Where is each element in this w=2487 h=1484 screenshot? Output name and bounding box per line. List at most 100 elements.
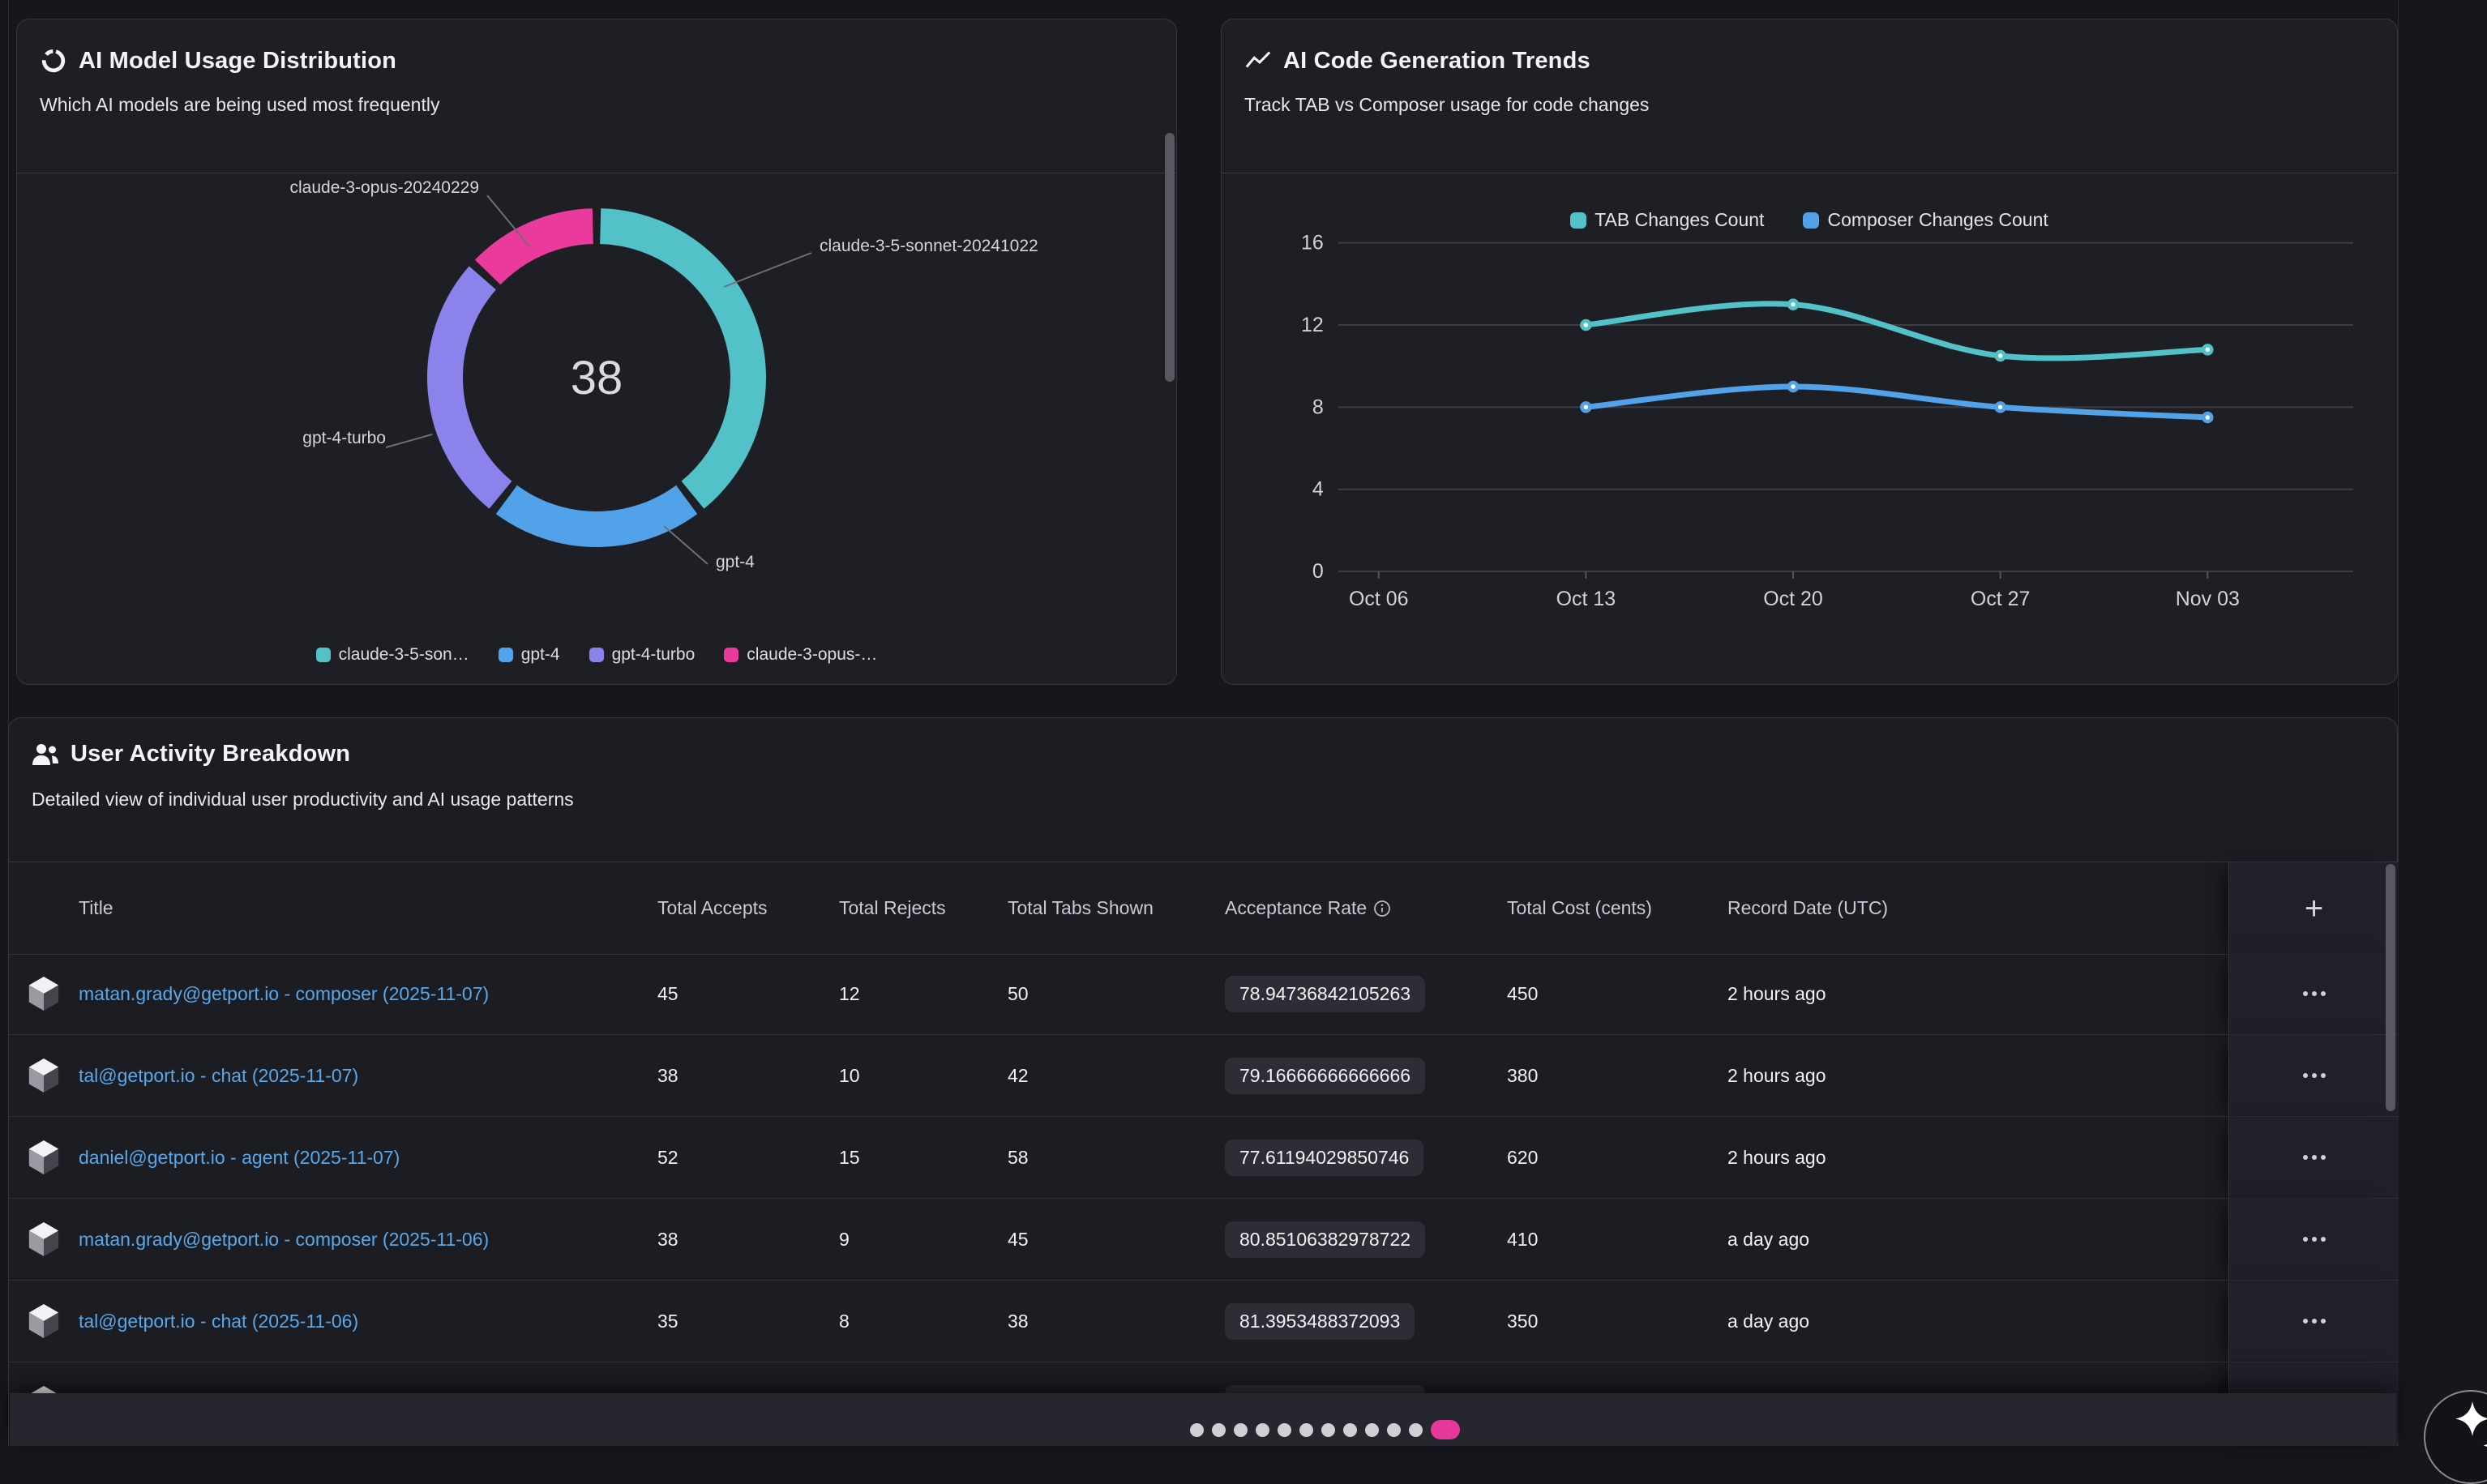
dot — [2321, 991, 2326, 996]
acceptance-rate-badge: 78.94736842105263 — [1225, 976, 1425, 1012]
row-menu-button[interactable] — [2295, 1311, 2334, 1332]
donut-segment-gpt-4-turbo[interactable] — [445, 278, 500, 495]
legend-item-gpt-4-turbo[interactable]: gpt-4-turbo — [589, 645, 696, 665]
total-cost-cell: 620 — [1507, 1147, 1727, 1169]
dot — [2312, 1155, 2317, 1160]
table-row: matan.grady@getport.io - composer (2025-… — [9, 953, 2397, 1035]
data-point[interactable] — [1997, 403, 2005, 411]
info-icon[interactable] — [1367, 897, 1391, 918]
card-subtitle: Detailed view of individual user product… — [32, 789, 2368, 810]
y-axis-tick-label: 4 — [1312, 478, 1324, 501]
pagination-dot-2[interactable] — [1212, 1423, 1226, 1437]
data-point[interactable] — [1582, 403, 1590, 411]
row-actions-cell — [2228, 1281, 2399, 1362]
row-title-link[interactable]: daniel@getport.io - agent (2025-11-07) — [79, 1147, 657, 1169]
table-row: tal@getport.io - chat (2025-11-07)381042… — [9, 1035, 2397, 1117]
row-menu-button[interactable] — [2295, 1147, 2334, 1168]
dashboard-page: { "accent_colors": { "teal": "#52c2c8", … — [0, 0, 2487, 1446]
data-point[interactable] — [1997, 352, 2005, 360]
total-rejects-cell: 9 — [839, 1229, 1008, 1251]
row-menu-button[interactable] — [2295, 983, 2334, 1004]
total-cost-cell: 380 — [1507, 1065, 1727, 1087]
acceptance-rate-badge: 79.16666666666666 — [1225, 1058, 1425, 1094]
code-trends-card: AI Code Generation Trends Track TAB vs C… — [1221, 19, 2398, 685]
record-date-cell: a day ago — [1727, 1229, 2228, 1251]
table-row: matan.grady@getport.io - composer (2025-… — [9, 1199, 2397, 1281]
pagination-bar — [10, 1393, 2396, 1446]
pagination-dot-12[interactable] — [1431, 1420, 1460, 1439]
pagination-dot-1[interactable] — [1190, 1423, 1204, 1437]
data-point[interactable] — [1789, 301, 1797, 309]
total-accepts-cell: 35 — [657, 1311, 839, 1332]
user-activity-card: User Activity Breakdown Detailed view of… — [8, 717, 2398, 1446]
data-point[interactable] — [2203, 413, 2211, 421]
y-axis-tick-label: 0 — [1312, 560, 1324, 583]
legend-label: claude-3-opus-… — [747, 645, 877, 665]
data-point[interactable] — [1582, 321, 1590, 329]
pagination-dot-11[interactable] — [1409, 1423, 1423, 1437]
y-axis-tick-label: 8 — [1312, 396, 1324, 418]
row-title-link[interactable]: matan.grady@getport.io - composer (2025-… — [79, 983, 657, 1005]
card-scrollbar[interactable] — [1165, 133, 1175, 382]
add-column-button[interactable]: + — [2300, 892, 2328, 926]
donut-segment-gpt-4[interactable] — [507, 499, 687, 529]
dot — [2303, 1319, 2308, 1324]
row-menu-button[interactable] — [2295, 1229, 2334, 1250]
column-header-acceptance-rate: Acceptance Rate — [1225, 897, 1507, 919]
row-actions-cell — [2228, 1117, 2399, 1198]
donut-segment-claude-3-5-sonnet-20241022[interactable] — [601, 226, 748, 495]
entity-cube-icon — [28, 1303, 60, 1339]
column-header-total-cost-cents-: Total Cost (cents) — [1507, 897, 1727, 919]
legend-item-claude-3-5-sonnet-20241022[interactable]: claude-3-5-son… — [316, 645, 469, 665]
row-title-link[interactable]: matan.grady@getport.io - composer (2025-… — [79, 1229, 657, 1251]
pagination-dot-10[interactable] — [1387, 1423, 1401, 1437]
row-title-link[interactable]: tal@getport.io - chat (2025-11-07) — [79, 1065, 657, 1087]
y-axis-tick-label: 12 — [1301, 314, 1324, 336]
entity-cube-icon — [28, 1221, 60, 1257]
row-menu-button[interactable] — [2295, 1065, 2334, 1086]
donut-segment-claude-3-opus-20240229[interactable] — [488, 226, 593, 272]
dot — [2321, 1073, 2326, 1078]
pagination-dot-6[interactable] — [1299, 1423, 1313, 1437]
legend-item-claude-3-opus-20240229[interactable]: claude-3-opus-… — [724, 645, 877, 665]
users-icon — [32, 742, 59, 767]
legend-swatch — [589, 648, 604, 662]
pagination-dot-3[interactable] — [1234, 1423, 1248, 1437]
donut-label-gpt-4-turbo: gpt-4-turbo — [114, 429, 386, 448]
pagination-dot-5[interactable] — [1278, 1423, 1291, 1437]
data-point[interactable] — [2203, 345, 2211, 353]
code-trends-line-chart: 0481216Oct 06Oct 13Oct 20Oct 27Nov 03 — [1222, 19, 2397, 685]
row-title-link[interactable]: tal@getport.io - chat (2025-11-06) — [79, 1311, 657, 1332]
pagination-dot-8[interactable] — [1343, 1423, 1357, 1437]
pagination-dot-4[interactable] — [1256, 1423, 1269, 1437]
legend-label: claude-3-5-son… — [339, 645, 469, 665]
dot — [2303, 1073, 2308, 1078]
acceptance-rate-cell: 77.61194029850746 — [1225, 1140, 1507, 1176]
ai-assistant-button[interactable] — [2424, 1390, 2487, 1484]
data-point[interactable] — [1789, 383, 1797, 391]
card-subtitle: Which AI models are being used most freq… — [40, 94, 1147, 116]
total-cost-cell: 410 — [1507, 1229, 1727, 1251]
dot — [2321, 1155, 2326, 1160]
acceptance-rate-badge: 81.3953488372093 — [1225, 1303, 1415, 1340]
total-tabs-shown-cell: 38 — [1008, 1311, 1225, 1332]
row-actions-cell — [2228, 1199, 2399, 1280]
table-scrollbar[interactable] — [2386, 864, 2395, 1111]
donut-label-gpt-4: gpt-4 — [716, 553, 894, 572]
column-header-title: Title — [79, 897, 657, 919]
series-line-TAB Changes Count — [1586, 304, 2207, 358]
total-cost-cell: 450 — [1507, 983, 1727, 1005]
pagination-dot-7[interactable] — [1321, 1423, 1335, 1437]
legend-item-gpt-4[interactable]: gpt-4 — [499, 645, 560, 665]
entity-cube-icon — [28, 1140, 60, 1175]
total-tabs-shown-cell: 58 — [1008, 1147, 1225, 1169]
y-axis-tick-label: 16 — [1301, 232, 1324, 254]
dot — [2312, 1319, 2317, 1324]
x-axis-tick-label: Nov 03 — [2176, 588, 2240, 610]
row-actions-cell — [2228, 1035, 2399, 1116]
record-date-cell: a day ago — [1727, 1311, 2228, 1332]
total-tabs-shown-cell: 45 — [1008, 1229, 1225, 1251]
pagination-dot-9[interactable] — [1365, 1423, 1379, 1437]
acceptance-rate-badge: 77.61194029850746 — [1225, 1140, 1423, 1176]
legend-swatch — [724, 648, 738, 662]
